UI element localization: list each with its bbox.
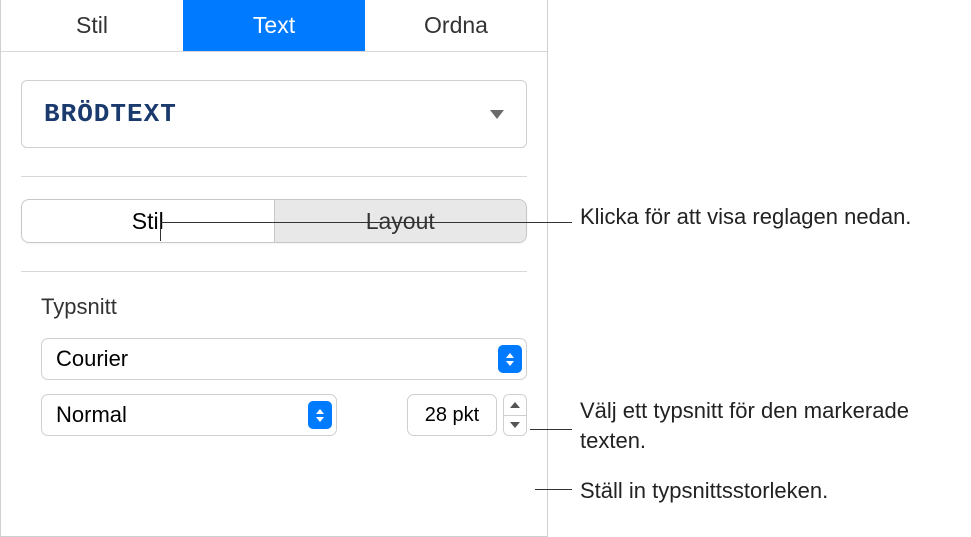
arrow-down-icon [510,422,520,428]
inspector-panel: Stil Text Ordna BRÖDTEXT Stil Layout Typ… [0,0,548,537]
callout-line [160,222,161,241]
stepper-up-button[interactable] [504,395,526,416]
stepper-down-button[interactable] [504,416,526,436]
segment-stil[interactable]: Stil [21,199,275,243]
tab-ordna[interactable]: Ordna [365,0,547,51]
callout-stil: Klicka för att visa reglagen nedan. [580,202,911,232]
typsnitt-label: Typsnitt [41,294,527,320]
popup-arrows-icon [498,345,522,373]
popup-arrows-icon [308,401,332,429]
font-family-value: Courier [56,346,128,372]
font-size-stepper [503,394,527,436]
paragraph-style-dropdown[interactable]: BRÖDTEXT [21,80,527,148]
font-size-input[interactable]: 28 pkt [407,394,497,436]
callout-line [535,489,572,490]
divider [21,271,527,272]
callout-line [530,429,572,430]
divider [21,176,527,177]
callout-font: Välj ett typsnitt för den markerade text… [580,396,971,455]
paragraph-style-label: BRÖDTEXT [44,99,177,129]
tab-stil[interactable]: Stil [1,0,183,51]
arrow-up-icon [510,402,520,408]
chevron-down-icon [490,110,504,119]
font-weight-select[interactable]: Normal [41,394,337,436]
font-weight-value: Normal [56,402,127,428]
segment-layout[interactable]: Layout [275,199,528,243]
tab-text[interactable]: Text [183,0,365,51]
segmented-control: Stil Layout [21,199,527,243]
callout-line [160,222,572,223]
callout-size: Ställ in typsnittsstorleken. [580,476,828,506]
top-tabs: Stil Text Ordna [1,0,547,52]
font-size-group: 28 pkt [407,394,527,436]
font-row-2: Normal 28 pkt [41,394,527,436]
font-family-select[interactable]: Courier [41,338,527,380]
